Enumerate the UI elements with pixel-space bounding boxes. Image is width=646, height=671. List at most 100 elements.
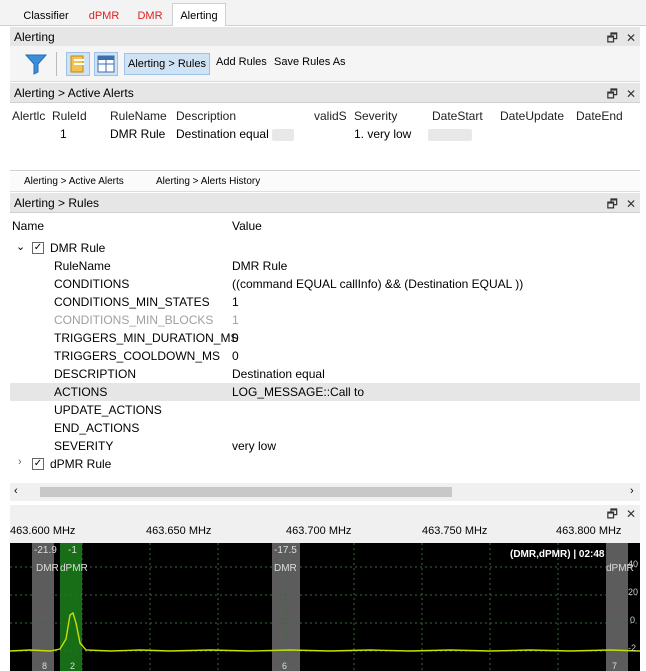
- property-name: TRIGGERS_MIN_DURATION_MS: [54, 331, 239, 345]
- property-value: 0: [232, 331, 239, 345]
- rule-enabled-checkbox[interactable]: ✓: [32, 458, 44, 470]
- document-icon[interactable]: [66, 52, 90, 76]
- rules-panel-header: Alerting > Rules 🗗 ✕: [10, 193, 640, 213]
- restore-icon[interactable]: 🗗: [607, 31, 618, 45]
- property-row[interactable]: TRIGGERS_MIN_DURATION_MS 0: [10, 329, 640, 347]
- column-header[interactable]: DateEnd: [576, 109, 623, 123]
- db-tick-label: -2: [628, 643, 636, 653]
- column-header[interactable]: Alertlc: [12, 109, 45, 123]
- property-value: Destination equal: [232, 367, 325, 381]
- freq-label: 463.750 MHz: [422, 525, 488, 537]
- band-level-label: -17.5: [274, 545, 297, 556]
- tab-dmr[interactable]: DMR: [134, 6, 166, 26]
- rule-row-dpmr[interactable]: › ✓ dPMR Rule: [10, 455, 640, 473]
- column-header[interactable]: Description: [176, 109, 236, 123]
- chevron-right-icon[interactable]: ›: [18, 456, 22, 468]
- property-row-disabled[interactable]: CONDITIONS_MIN_BLOCKS 1: [10, 311, 640, 329]
- freq-label: 463.700 MHz: [286, 525, 352, 537]
- column-header[interactable]: Severity: [354, 109, 397, 123]
- cell-rulename[interactable]: DMR Rule: [110, 127, 165, 141]
- alerting-panel-header: Alerting 🗗 ✕: [10, 27, 640, 47]
- property-row[interactable]: DESCRIPTION Destination equal: [10, 365, 640, 383]
- close-icon[interactable]: ✕: [626, 31, 636, 45]
- cell-ruleid[interactable]: 1: [60, 127, 67, 141]
- spectrum-panel-header: 🗗 ✕: [10, 505, 640, 521]
- alerting-panel-title: Alerting: [14, 30, 55, 44]
- band-name-label: DMR: [36, 563, 59, 574]
- spectrum-plot: -21.9 -1 -17.5 DMR dPMR DMR dPMR (DMR,dP…: [10, 543, 640, 671]
- column-header[interactable]: validS: [314, 109, 347, 123]
- close-icon[interactable]: ✕: [626, 507, 636, 521]
- property-name: END_ACTIONS: [54, 421, 140, 435]
- db-tick-label: 20: [628, 587, 638, 597]
- rules-property-grid: Name Value ⌄ ✓ DMR Rule RuleName DMR Rule…: [10, 213, 640, 483]
- property-value: 1: [232, 295, 239, 309]
- property-name: CONDITIONS_MIN_STATES: [54, 295, 210, 309]
- redacted-value: [428, 128, 472, 141]
- spectrum-display[interactable]: -21.9 -1 -17.5 DMR dPMR DMR dPMR (DMR,dP…: [10, 543, 640, 671]
- property-name: TRIGGERS_COOLDOWN_MS: [54, 349, 221, 363]
- scroll-left-icon[interactable]: ‹: [14, 485, 18, 497]
- db-tick-label: 40: [628, 559, 638, 569]
- property-value: LOG_MESSAGE::Call to: [232, 385, 365, 399]
- rule-enabled-checkbox[interactable]: ✓: [32, 242, 44, 254]
- column-header[interactable]: DateStart: [432, 109, 483, 123]
- chevron-down-icon[interactable]: ⌄: [16, 240, 25, 253]
- property-row[interactable]: CONDITIONS_MIN_STATES 1: [10, 293, 640, 311]
- cell-datestart[interactable]: [428, 127, 472, 141]
- freq-label: 463.600 MHz: [10, 525, 76, 537]
- freq-label: 463.650 MHz: [146, 525, 212, 537]
- db-tick-label: 0: [630, 615, 635, 625]
- property-name: SEVERITY: [54, 439, 114, 453]
- alerting-rules-button[interactable]: Alerting > Rules: [124, 53, 210, 75]
- cell-severity[interactable]: 1. very low: [354, 127, 411, 141]
- horizontal-scrollbar[interactable]: ‹ ›: [10, 483, 640, 501]
- alerting-toolbar: Alerting > Rules Add Rules Save Rules As: [10, 46, 640, 82]
- column-header-name: Name: [12, 219, 45, 233]
- property-value: DMR Rule: [232, 259, 288, 273]
- close-icon[interactable]: ✕: [626, 87, 636, 101]
- redacted-value: [272, 128, 295, 141]
- property-name: ACTIONS: [54, 385, 108, 399]
- spectrum-status: (DMR,dPMR) | 02:48: [510, 549, 605, 560]
- close-icon[interactable]: ✕: [626, 197, 636, 211]
- scroll-right-icon[interactable]: ›: [630, 485, 634, 497]
- tab-classifier[interactable]: Classifier: [14, 6, 78, 26]
- property-row[interactable]: TRIGGERS_COOLDOWN_MS 0: [10, 347, 640, 365]
- band-level-label: -1: [68, 545, 77, 556]
- cell-description[interactable]: Destination equal: [176, 127, 295, 141]
- property-name: CONDITIONS: [54, 277, 130, 291]
- restore-icon[interactable]: 🗗: [607, 507, 618, 521]
- column-header[interactable]: RuleName: [110, 109, 167, 123]
- property-row[interactable]: RuleName DMR Rule: [10, 257, 640, 275]
- save-rules-as-button[interactable]: Save Rules As: [274, 56, 346, 68]
- grid-icon[interactable]: [94, 52, 118, 76]
- frequency-axis: 463.600 MHz 463.650 MHz 463.700 MHz 463.…: [10, 521, 640, 543]
- channel-number: 2: [70, 661, 75, 671]
- band-name-label: DMR: [274, 563, 297, 574]
- restore-icon[interactable]: 🗗: [607, 87, 618, 101]
- filter-icon[interactable]: [24, 52, 48, 76]
- tab-dpmr[interactable]: dPMR: [84, 6, 124, 26]
- property-row[interactable]: SEVERITY very low: [10, 437, 640, 455]
- tab-active-alerts[interactable]: Alerting > Active Alerts: [24, 176, 124, 187]
- property-row[interactable]: UPDATE_ACTIONS: [10, 401, 640, 419]
- add-rules-button[interactable]: Add Rules: [216, 56, 267, 68]
- cell-description-text: Destination equal: [176, 127, 269, 141]
- scrollbar-thumb[interactable]: [40, 487, 452, 497]
- property-row[interactable]: END_ACTIONS: [10, 419, 640, 437]
- property-value: ((command EQUAL callInfo) && (Destinatio…: [232, 277, 524, 291]
- tab-alerts-history[interactable]: Alerting > Alerts History: [156, 176, 260, 187]
- tab-alerting[interactable]: Alerting: [172, 3, 226, 26]
- column-header[interactable]: DateUpdate: [500, 109, 564, 123]
- column-header-value: Value: [232, 219, 262, 233]
- active-alerts-title: Alerting > Active Alerts: [14, 86, 134, 100]
- spectrum-trace: [10, 611, 640, 652]
- toolbar-separator: [56, 52, 57, 76]
- property-name: DESCRIPTION: [54, 367, 137, 381]
- rule-row-dmr[interactable]: ⌄ ✓ DMR Rule: [10, 239, 640, 257]
- restore-icon[interactable]: 🗗: [607, 197, 618, 211]
- column-header[interactable]: RuleId: [52, 109, 87, 123]
- property-row[interactable]: CONDITIONS ((command EQUAL callInfo) && (…: [10, 275, 640, 293]
- property-row-selected[interactable]: ACTIONS LOG_MESSAGE::Call to: [10, 383, 640, 401]
